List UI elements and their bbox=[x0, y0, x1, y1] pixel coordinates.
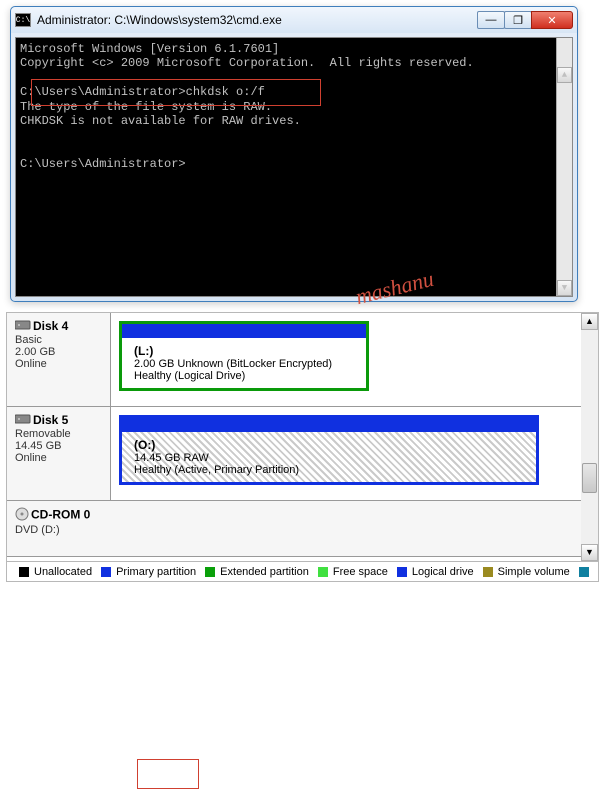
disk-size: 2.00 GB bbox=[15, 346, 102, 358]
swatch-free bbox=[318, 567, 328, 577]
scroll-down-icon[interactable]: ▼ bbox=[581, 544, 598, 561]
volume-box[interactable]: (O:) 14.45 GB RAW Healthy (Active, Prima… bbox=[119, 415, 539, 485]
disk-row: Disk 5 Removable 14.45 GB Online (O:) 14… bbox=[7, 407, 581, 501]
dm-scrollbar[interactable]: ▲ ▼ bbox=[581, 313, 598, 561]
disk-status: Online bbox=[15, 452, 102, 464]
console-line: The type of the file system is RAW. bbox=[20, 100, 272, 114]
swatch-unallocated bbox=[19, 567, 29, 577]
volume-header bbox=[122, 324, 366, 338]
disk-name: Disk 5 bbox=[33, 413, 68, 427]
volume-header bbox=[122, 418, 536, 432]
scroll-down-icon[interactable]: ▼ bbox=[557, 280, 572, 296]
volume-status: Healthy (Active, Primary Partition) bbox=[134, 464, 524, 476]
legend-label: Primary partition bbox=[116, 566, 196, 578]
scroll-thumb[interactable] bbox=[582, 463, 597, 493]
annotation-box bbox=[137, 759, 199, 789]
volume-box[interactable]: (L:) 2.00 GB Unknown (BitLocker Encrypte… bbox=[119, 321, 369, 391]
cmd-titlebar[interactable]: C:\ Administrator: C:\Windows\system32\c… bbox=[11, 7, 577, 33]
scroll-up-icon[interactable]: ▲ bbox=[557, 67, 572, 83]
disk-status: Online bbox=[15, 358, 102, 370]
disk-name: Disk 4 bbox=[33, 319, 68, 333]
console-line: Copyright <c> 2009 Microsoft Corporation… bbox=[20, 56, 474, 70]
swatch-simple bbox=[483, 567, 493, 577]
console-line: CHKDSK is not available for RAW drives. bbox=[20, 114, 301, 128]
legend-label: Unallocated bbox=[34, 566, 92, 578]
disk-icon bbox=[15, 413, 31, 428]
volume-info: 2.00 GB Unknown (BitLocker Encrypted) bbox=[134, 358, 354, 370]
cmd-window: C:\ Administrator: C:\Windows\system32\c… bbox=[10, 6, 578, 302]
disk-row: Disk 4 Basic 2.00 GB Online (L:) 2.00 GB… bbox=[7, 313, 581, 407]
disk-type: Basic bbox=[15, 334, 102, 346]
volume-letter: (O:) bbox=[134, 438, 524, 452]
scroll-up-icon[interactable]: ▲ bbox=[581, 313, 598, 330]
disk-size: 14.45 GB bbox=[15, 440, 102, 452]
console-line: Microsoft Windows [Version 6.1.7601] bbox=[20, 42, 279, 56]
close-button[interactable]: ✕ bbox=[531, 11, 573, 29]
volume-info: 14.45 GB RAW bbox=[134, 452, 524, 464]
legend-label: Logical drive bbox=[412, 566, 474, 578]
legend-label: Free space bbox=[333, 566, 388, 578]
swatch-extended bbox=[205, 567, 215, 577]
cmd-title: Administrator: C:\Windows\system32\cmd.e… bbox=[37, 13, 478, 27]
volume-letter: (L:) bbox=[134, 344, 354, 358]
volume-status: Healthy (Logical Drive) bbox=[134, 370, 354, 382]
disk-type: DVD (D:) bbox=[15, 524, 573, 536]
disk-summary[interactable]: CD-ROM 0 DVD (D:) bbox=[7, 501, 581, 556]
legend-bar: Unallocated Primary partition Extended p… bbox=[7, 561, 598, 581]
disk-management-panel: Disk 4 Basic 2.00 GB Online (L:) 2.00 GB… bbox=[6, 312, 599, 582]
disk-type: Removable bbox=[15, 428, 102, 440]
disk-name: CD-ROM 0 bbox=[31, 508, 90, 522]
console-line: C:\Users\Administrator> bbox=[20, 157, 186, 171]
swatch-more bbox=[579, 567, 589, 577]
swatch-logical bbox=[397, 567, 407, 577]
cmd-console[interactable]: Microsoft Windows [Version 6.1.7601] Cop… bbox=[15, 37, 573, 297]
console-line: C:\Users\Administrator>chkdsk o:/f bbox=[20, 85, 265, 99]
swatch-primary bbox=[101, 567, 111, 577]
legend-label: Simple volume bbox=[498, 566, 570, 578]
disk-summary[interactable]: Disk 5 Removable 14.45 GB Online bbox=[7, 407, 111, 500]
cdrom-icon bbox=[15, 507, 29, 524]
disk-summary[interactable]: Disk 4 Basic 2.00 GB Online bbox=[7, 313, 111, 406]
cmd-scrollbar[interactable]: ▲ ▼ bbox=[556, 38, 572, 296]
disk-row: CD-ROM 0 DVD (D:) bbox=[7, 501, 581, 557]
minimize-button[interactable]: — bbox=[477, 11, 505, 29]
maximize-button[interactable]: ❐ bbox=[504, 11, 532, 29]
legend-label: Extended partition bbox=[220, 566, 309, 578]
disk-icon bbox=[15, 319, 31, 334]
cmd-icon: C:\ bbox=[15, 13, 31, 27]
